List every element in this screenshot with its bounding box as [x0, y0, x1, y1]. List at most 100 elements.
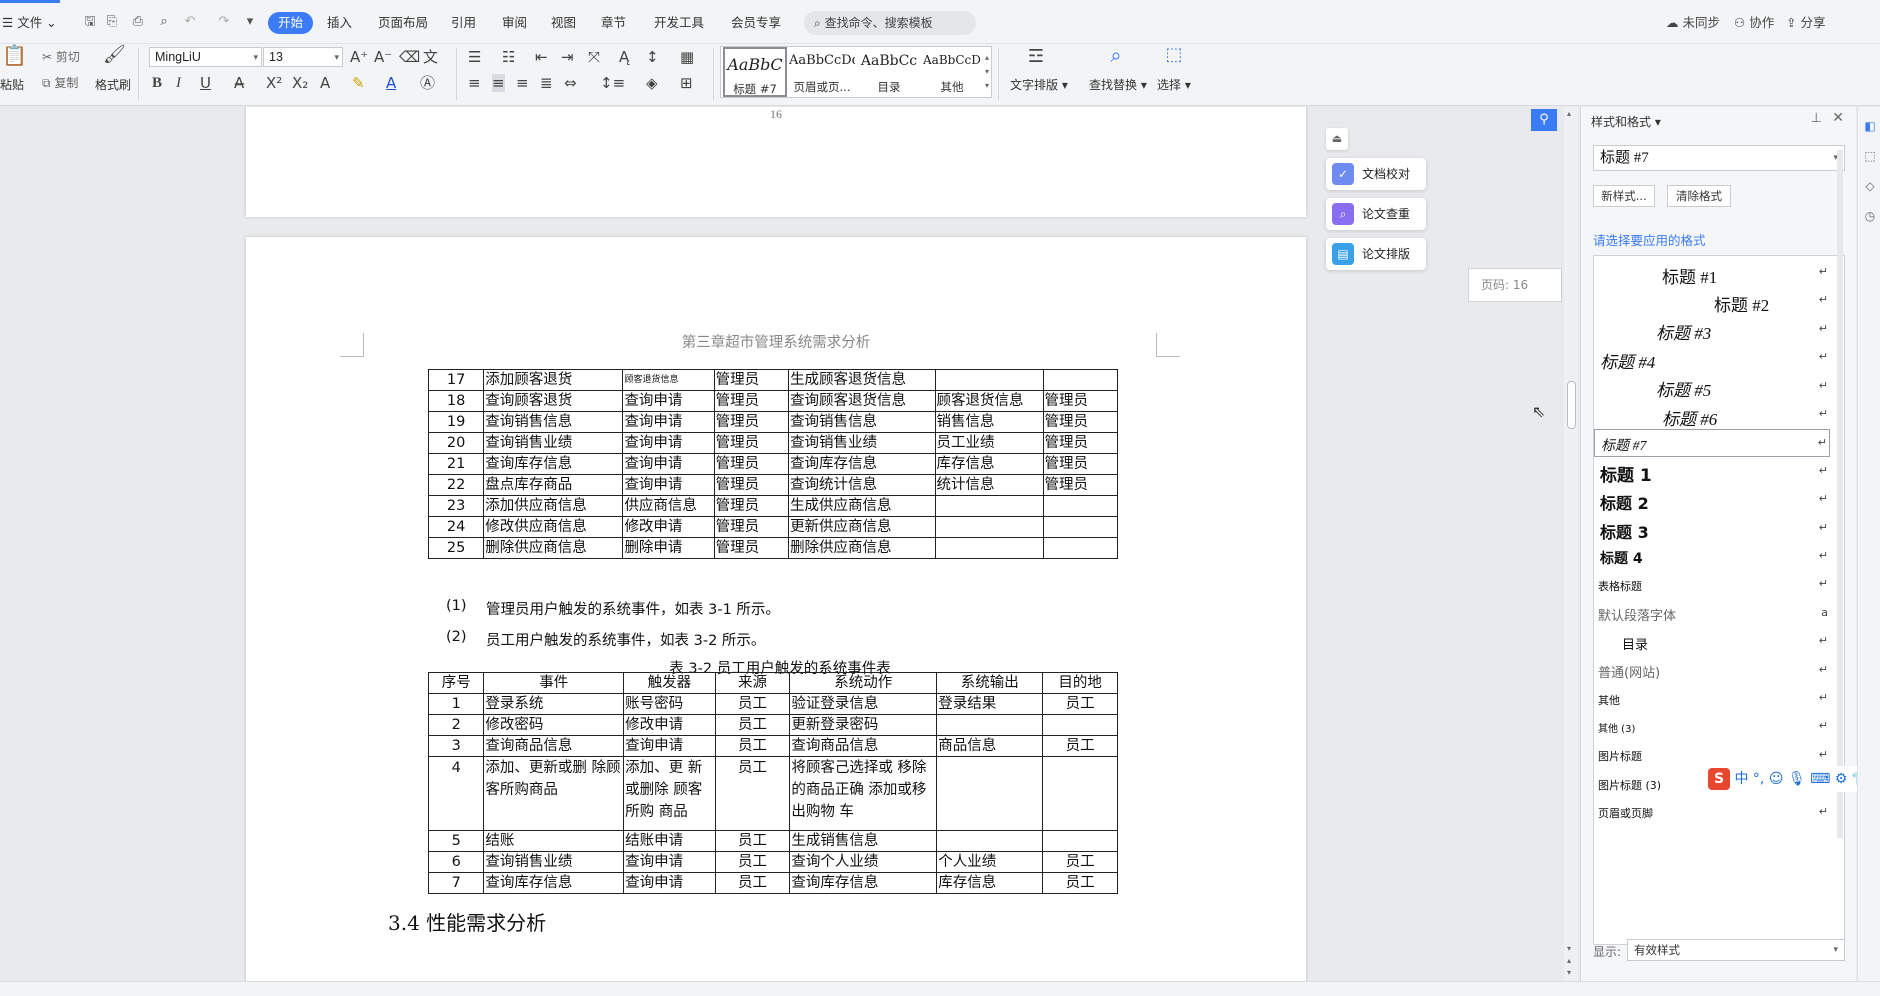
highlight-icon[interactable]: ✎	[352, 74, 365, 92]
numbered-list-icon[interactable]: ☷	[502, 48, 515, 66]
font-color-icon[interactable]: A	[386, 74, 396, 92]
scroll-thumb[interactable]	[1567, 381, 1576, 429]
paper-layout-button[interactable]: ▤ 论文排版	[1326, 238, 1426, 270]
phonetic-icon[interactable]: 文	[423, 48, 438, 66]
char-border-icon[interactable]: Ⓐ	[420, 74, 435, 92]
scroll-down-icon[interactable]: ▾ ▴ ▾	[1567, 943, 1571, 979]
sort-icon[interactable]: ↕	[646, 48, 659, 66]
new-style-button[interactable]: 新样式...	[1593, 185, 1655, 207]
style-list-item[interactable]: 标题 1 ↵	[1594, 458, 1830, 487]
find-icon[interactable]: ⌕	[1104, 45, 1128, 65]
format-painter-icon[interactable]: 🖌	[103, 46, 126, 64]
strikethrough-icon[interactable]: A̶	[234, 74, 244, 92]
tab-references[interactable]: 引用	[451, 12, 476, 34]
tab-developer[interactable]: 开发工具	[654, 12, 704, 34]
style-list-item[interactable]: 标题 #4 ↵	[1594, 344, 1830, 372]
style-list-item[interactable]: 标题 3 ↵	[1594, 515, 1830, 543]
style-list-scrollbar[interactable]	[1837, 150, 1843, 838]
collapse-toolbar-button[interactable]: ⏏	[1326, 128, 1348, 150]
tab-review[interactable]: 审阅	[502, 12, 527, 34]
skin-icon[interactable]: ⚙	[1835, 771, 1848, 787]
ime-toolbar[interactable]: S 中 °, ☺ 🎙 ⌨ ⚙ 👕	[1704, 766, 1880, 792]
punctuation-icon[interactable]: °,	[1753, 771, 1764, 787]
select-icon[interactable]: ⬚	[1162, 46, 1186, 64]
pin-icon[interactable]: ⊥	[1811, 111, 1822, 126]
location-pin-icon[interactable]: ⚲	[1531, 109, 1557, 131]
style-list-item[interactable]: 标题 4 ↵	[1594, 543, 1830, 571]
align-center-icon[interactable]: ≡	[492, 74, 505, 92]
distribute-icon[interactable]: ⇔	[564, 74, 577, 92]
style-toc[interactable]: AaBbCc 目录	[857, 47, 921, 97]
tab-view[interactable]: 视图	[551, 12, 576, 34]
print-preview-icon[interactable]: ⌕	[156, 14, 172, 30]
find-replace-button[interactable]: 查找替换 ▾	[1089, 76, 1147, 93]
doc-check-button[interactable]: ✓ 文档校对	[1326, 158, 1426, 190]
bold-icon[interactable]: B	[152, 74, 162, 92]
current-page[interactable]: 第三章超市管理系统需求分析 17 添加顾客退货 顾客退货信息 管理员 生成顾客退货信息 1…	[246, 237, 1306, 981]
style-list-item[interactable]: 标题 2 ↵	[1594, 486, 1830, 514]
select-tool-icon[interactable]: ⬚	[1862, 149, 1878, 165]
grow-font-icon[interactable]: A⁺	[350, 48, 368, 66]
paste-button[interactable]: 粘贴	[0, 76, 24, 93]
format-painter-quick-icon[interactable]: ⎘	[104, 14, 120, 30]
superscript-icon[interactable]: X²	[266, 74, 282, 92]
tab-page-layout[interactable]: 页面布局	[378, 12, 428, 34]
select-button[interactable]: 选择 ▾	[1157, 76, 1191, 93]
style-list-item[interactable]: 默认段落字体 a	[1594, 600, 1830, 628]
clear-format-button[interactable]: 清除格式	[1667, 185, 1731, 207]
save-icon[interactable]: 🖫	[82, 14, 98, 30]
underline-icon[interactable]: U	[200, 74, 211, 92]
justify-icon[interactable]: ≣	[540, 74, 553, 92]
tab-chapter[interactable]: 章节	[601, 12, 626, 34]
collab-button[interactable]: ⚇ 协作	[1734, 12, 1774, 34]
share-button[interactable]: ⇪ 分享	[1786, 12, 1825, 34]
clear-format-icon[interactable]: ⌫	[399, 48, 420, 66]
tab-insert[interactable]: 插入	[327, 12, 352, 34]
vertical-scrollbar[interactable]: ▴ ▾ ▴ ▾	[1564, 107, 1578, 981]
tab-home[interactable]: 开始	[268, 12, 314, 34]
show-marks-icon[interactable]: Ą	[619, 48, 629, 66]
decrease-indent-icon[interactable]: ⇤	[535, 48, 548, 66]
emoji-icon[interactable]: ☺	[1769, 771, 1784, 787]
shading-icon[interactable]: ◈	[646, 74, 658, 92]
shrink-font-icon[interactable]: A⁻	[374, 48, 392, 66]
customize-quick-access-icon[interactable]: ▾	[242, 14, 258, 30]
style-list-item[interactable]: 标题 #1 ↵	[1594, 259, 1830, 287]
style-list-item[interactable]: 标题 #7 ↵	[1594, 429, 1830, 458]
style-list-item[interactable]: 标题 #3 ↵	[1594, 316, 1830, 344]
chinese-layout-icon[interactable]: ⤧	[588, 48, 600, 66]
increase-indent-icon[interactable]: ⇥	[561, 48, 574, 66]
file-menu[interactable]: ☰ 文件 ⌄	[2, 12, 57, 34]
scroll-up-icon[interactable]: ▴	[1567, 109, 1571, 118]
style-list-item[interactable]: 标题 #5 ↵	[1594, 373, 1830, 401]
style-other[interactable]: AaBbCcDd 其他	[923, 47, 981, 97]
italic-icon[interactable]: I	[176, 74, 181, 92]
print-icon[interactable]: ⎙	[130, 14, 146, 30]
tab-member[interactable]: 会员专享	[731, 12, 781, 34]
panel-title[interactable]: 样式和格式 ▾	[1591, 113, 1661, 130]
style-list-item[interactable]: 页眉或页脚 ↵	[1594, 799, 1830, 827]
style-list-item[interactable]: 其他 (3) ↵	[1594, 713, 1830, 741]
show-filter-select[interactable]: 有效样式 ▾	[1627, 939, 1845, 961]
align-left-icon[interactable]: ≡	[468, 74, 481, 92]
copy-button[interactable]: ⧉ 复制	[42, 74, 78, 91]
plagiarism-check-button[interactable]: ⌕ 论文查重	[1326, 198, 1426, 230]
shape-tool-icon[interactable]: ◇	[1862, 179, 1878, 195]
style-list-item[interactable]: 目录 ↵	[1594, 628, 1830, 656]
style-list-item[interactable]: 其他 ↵	[1594, 685, 1830, 713]
borders-icon[interactable]: ⊞	[680, 74, 693, 92]
table-grid-icon[interactable]: ▦	[680, 48, 694, 66]
style-list-item[interactable]: 标题 #2 ↵	[1594, 287, 1830, 315]
undo-icon[interactable]: ↶	[182, 14, 198, 30]
text-layout-button[interactable]: 文字排版 ▾	[1010, 76, 1068, 93]
bullet-list-icon[interactable]: ☰	[468, 48, 481, 66]
close-icon[interactable]: ✕	[1832, 110, 1844, 126]
text-effect-icon[interactable]: A	[320, 74, 330, 92]
sync-status[interactable]: ☁ 未同步	[1666, 12, 1720, 34]
subscript-icon[interactable]: X₂	[292, 74, 308, 92]
style-list-item[interactable]: 表格标题 ↵	[1594, 571, 1830, 599]
font-size-select[interactable]: 13 ▾	[263, 47, 343, 67]
style-heading7[interactable]: AaBbC 标题 #7	[723, 47, 787, 97]
font-name-select[interactable]: MingLiU ▾	[149, 47, 262, 67]
style-list-item[interactable]: 标题 #6 ↵	[1594, 401, 1830, 429]
